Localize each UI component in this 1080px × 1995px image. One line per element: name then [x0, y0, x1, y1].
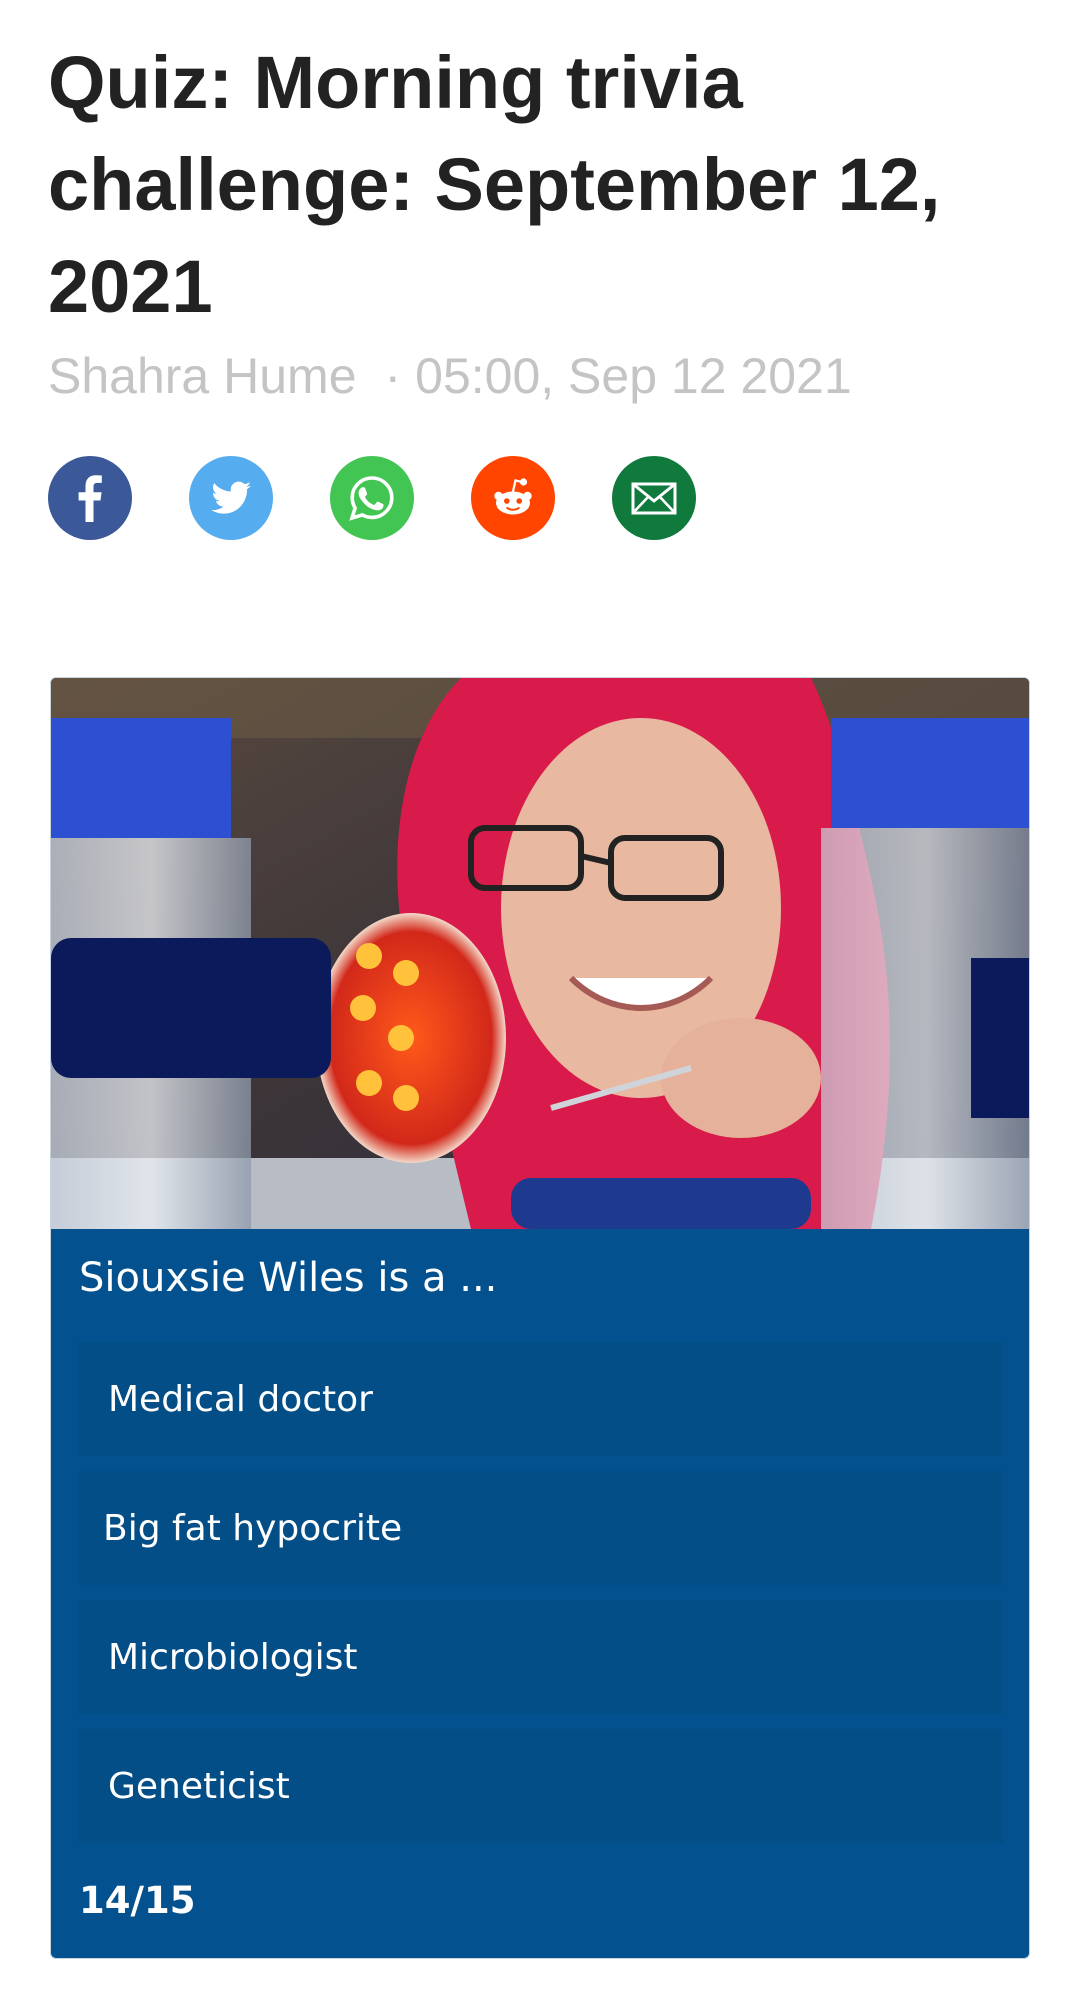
answer-list: Medical doctor Big fat hypocrite Microbi…	[79, 1342, 1003, 1858]
byline: Shahra Hume · 05:00, Sep 12 2021	[48, 346, 1038, 406]
twitter-icon	[211, 481, 251, 514]
share-facebook-button[interactable]	[48, 456, 132, 540]
answer-option[interactable]: Big fat hypocrite	[79, 1471, 1003, 1585]
byline-separator: ·	[384, 348, 402, 404]
article-title: Quiz: Morning trivia challenge: Septembe…	[48, 41, 941, 328]
facebook-icon	[78, 475, 102, 522]
quiz-progress: 14/15	[79, 1879, 196, 1922]
share-twitter-button[interactable]	[189, 456, 273, 540]
quiz-photo	[51, 678, 1029, 1229]
share-email-button[interactable]	[612, 456, 696, 540]
share-reddit-button[interactable]	[471, 456, 555, 540]
whatsapp-icon	[349, 476, 394, 521]
share-buttons	[48, 456, 696, 540]
quiz-question: Siouxsie Wiles is a ...	[79, 1255, 498, 1301]
answer-option[interactable]: Microbiologist	[79, 1600, 1003, 1714]
author-name[interactable]: Shahra Hume	[48, 348, 357, 404]
email-icon	[631, 482, 677, 515]
reddit-icon	[494, 478, 532, 515]
article-header: Quiz: Morning trivia challenge: Septembe…	[48, 0, 1038, 406]
answer-option[interactable]: Geneticist	[79, 1729, 1003, 1843]
share-whatsapp-button[interactable]	[330, 456, 414, 540]
publish-timestamp: 05:00, Sep 12 2021	[415, 348, 852, 404]
quiz-card: Siouxsie Wiles is a ... Medical doctor B…	[50, 677, 1030, 1959]
answer-option[interactable]: Medical doctor	[79, 1342, 1003, 1456]
